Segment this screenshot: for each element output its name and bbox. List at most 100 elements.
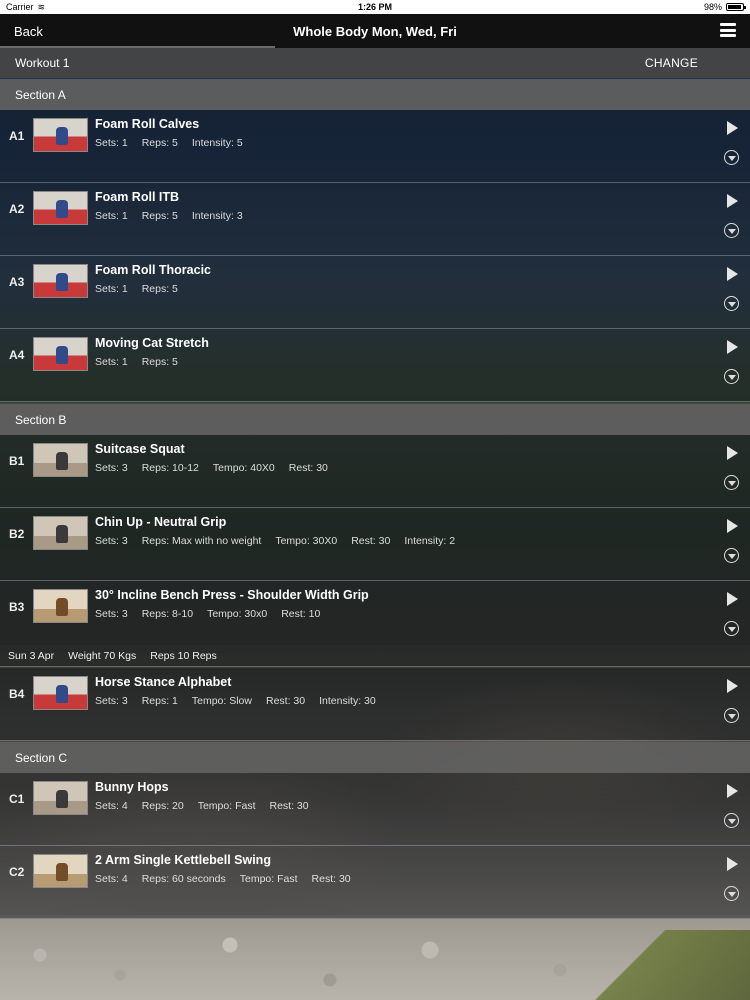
meta-reps: Reps: 60 seconds — [141, 873, 226, 885]
meta-rest: Rest: 30 — [351, 535, 391, 547]
play-icon[interactable] — [727, 446, 738, 460]
meta-sets: Sets: 3 — [95, 695, 128, 707]
exercise-row-a4[interactable]: A4 Moving Cat Stretch Sets: 1 Reps: 5 — [0, 329, 750, 402]
exercise-meta: Sets: 1 Reps: 5 — [95, 283, 192, 295]
exercise-row-b3[interactable]: B3 30° Incline Bench Press - Shoulder Wi… — [0, 581, 750, 645]
status-bar: Carrier ≋ 1:26 PM 98% — [0, 0, 750, 14]
exercise-thumbnail[interactable] — [33, 337, 88, 371]
exercise-code: C2 — [9, 865, 25, 879]
exercise-code: B3 — [9, 600, 25, 614]
log-weight: Weight 70 Kgs — [68, 649, 137, 662]
meta-reps: Reps: 5 — [141, 356, 178, 368]
meta-reps: Reps: 20 — [141, 800, 184, 812]
play-icon[interactable] — [727, 857, 738, 871]
exercise-row-b4[interactable]: B4 Horse Stance Alphabet Sets: 3 Reps: 1 T… — [0, 668, 750, 741]
play-icon[interactable] — [727, 121, 738, 135]
exercise-meta: Sets: 3 Reps: 8-10 Tempo: 30x0 Rest: 10 — [95, 608, 334, 620]
meta-sets: Sets: 1 — [95, 210, 128, 222]
exercise-meta: Sets: 1 Reps: 5 — [95, 356, 192, 368]
meta-intensity: Intensity: 2 — [404, 535, 456, 547]
meta-tempo: Tempo: Fast — [197, 800, 256, 812]
exercise-name: Horse Stance Alphabet — [95, 675, 232, 689]
meta-sets: Sets: 3 — [95, 608, 128, 620]
meta-intensity: Intensity: 5 — [191, 137, 243, 149]
exercise-thumbnail[interactable] — [33, 589, 88, 623]
meta-reps: Reps: 10-12 — [141, 462, 199, 474]
meta-sets: Sets: 4 — [95, 873, 128, 885]
exercise-row-a2[interactable]: A2 Foam Roll ITB Sets: 1 Reps: 5 Intensity… — [0, 183, 750, 256]
exercise-code: A2 — [9, 202, 25, 216]
exercise-row-b1[interactable]: B1 Suitcase Squat Sets: 3 Reps: 10-12 Temp… — [0, 435, 750, 508]
exercise-row-a1[interactable]: A1 Foam Roll Calves Sets: 1 Reps: 5 Intens… — [0, 110, 750, 183]
status-time: 1:26 PM — [357, 2, 392, 12]
play-icon[interactable] — [727, 592, 738, 606]
play-icon[interactable] — [727, 519, 738, 533]
play-icon[interactable] — [727, 784, 738, 798]
exercise-code: A3 — [9, 275, 25, 289]
expand-chevron-icon[interactable] — [724, 223, 739, 238]
expand-chevron-icon[interactable] — [724, 813, 739, 828]
meta-intensity: Intensity: 30 — [319, 695, 376, 707]
meta-rest: Rest: 10 — [281, 608, 321, 620]
change-workout-button[interactable]: CHANGE — [645, 56, 698, 70]
exercise-meta: Sets: 3 Reps: 1 Tempo: Slow Rest: 30 Intensi… — [95, 695, 390, 707]
exercise-name: Suitcase Squat — [95, 442, 185, 456]
expand-chevron-icon[interactable] — [724, 621, 739, 636]
exercise-thumbnail[interactable] — [33, 676, 88, 710]
play-icon[interactable] — [727, 267, 738, 281]
meta-tempo: Tempo: 30X0 — [275, 535, 338, 547]
expand-chevron-icon[interactable] — [724, 548, 739, 563]
exercise-meta: Sets: 4 Reps: 20 Tempo: Fast Rest: 30 — [95, 800, 323, 812]
expand-chevron-icon[interactable] — [724, 475, 739, 490]
exercise-meta: Sets: 3 Reps: Max with no weight Tempo: 30… — [95, 535, 469, 547]
exercise-thumbnail[interactable] — [33, 264, 88, 298]
hamburger-menu-icon[interactable] — [720, 23, 736, 37]
exercise-row-a3[interactable]: A3 Foam Roll Thoracic Sets: 1 Reps: 5 — [0, 256, 750, 329]
expand-chevron-icon[interactable] — [724, 886, 739, 901]
play-icon[interactable] — [727, 679, 738, 693]
section-header-b: Section B — [0, 404, 750, 435]
exercise-thumbnail[interactable] — [33, 781, 88, 815]
exercise-thumbnail[interactable] — [33, 118, 88, 152]
exercise-row-b2[interactable]: B2 Chin Up - Neutral Grip Sets: 3 Reps: M… — [0, 508, 750, 581]
exercise-name: Bunny Hops — [95, 780, 169, 794]
play-icon[interactable] — [727, 340, 738, 354]
exercise-thumbnail[interactable] — [33, 516, 88, 550]
exercise-name: Foam Roll Thoracic — [95, 263, 211, 277]
meta-sets: Sets: 4 — [95, 800, 128, 812]
play-icon[interactable] — [727, 194, 738, 208]
expand-chevron-icon[interactable] — [724, 296, 739, 311]
expand-chevron-icon[interactable] — [724, 150, 739, 165]
exercise-name: Foam Roll ITB — [95, 190, 180, 204]
exercise-thumbnail[interactable] — [33, 191, 88, 225]
exercise-name: 30° Incline Bench Press - Shoulder Width… — [95, 588, 369, 602]
meta-sets: Sets: 3 — [95, 462, 128, 474]
expand-chevron-icon[interactable] — [724, 708, 739, 723]
exercise-thumbnail[interactable] — [33, 854, 88, 888]
meta-tempo: Tempo: 30x0 — [207, 608, 268, 620]
exercise-meta: Sets: 4 Reps: 60 seconds Tempo: Fast Rest: … — [95, 873, 365, 885]
meta-reps: Reps: 5 — [141, 137, 178, 149]
meta-sets: Sets: 1 — [95, 137, 128, 149]
exercise-code: B1 — [9, 454, 25, 468]
exercise-name: 2 Arm Single Kettlebell Swing — [95, 853, 271, 867]
exercise-meta: Sets: 1 Reps: 5 Intensity: 5 — [95, 137, 257, 149]
exercise-meta: Sets: 1 Reps: 5 Intensity: 3 — [95, 210, 257, 222]
exercise-meta: Sets: 3 Reps: 10-12 Tempo: 40X0 Rest: 30 — [95, 462, 342, 474]
exercise-code: A4 — [9, 348, 25, 362]
background-grass — [580, 930, 750, 1000]
meta-sets: Sets: 1 — [95, 356, 128, 368]
meta-tempo: Tempo: Fast — [239, 873, 298, 885]
meta-rest: Rest: 30 — [311, 873, 351, 885]
section-header-a: Section A — [0, 79, 750, 110]
exercise-row-c1[interactable]: C1 Bunny Hops Sets: 4 Reps: 20 Tempo: Fast… — [0, 773, 750, 846]
battery-icon — [726, 3, 746, 11]
meta-tempo: Tempo: Slow — [191, 695, 252, 707]
expand-chevron-icon[interactable] — [724, 369, 739, 384]
exercise-row-c2[interactable]: C2 2 Arm Single Kettlebell Swing Sets: 4… — [0, 846, 750, 919]
workout-name: Workout 1 — [15, 56, 70, 70]
meta-rest: Rest: 30 — [269, 800, 309, 812]
meta-rest: Rest: 30 — [265, 695, 306, 707]
meta-rest: Rest: 30 — [288, 462, 328, 474]
exercise-thumbnail[interactable] — [33, 443, 88, 477]
